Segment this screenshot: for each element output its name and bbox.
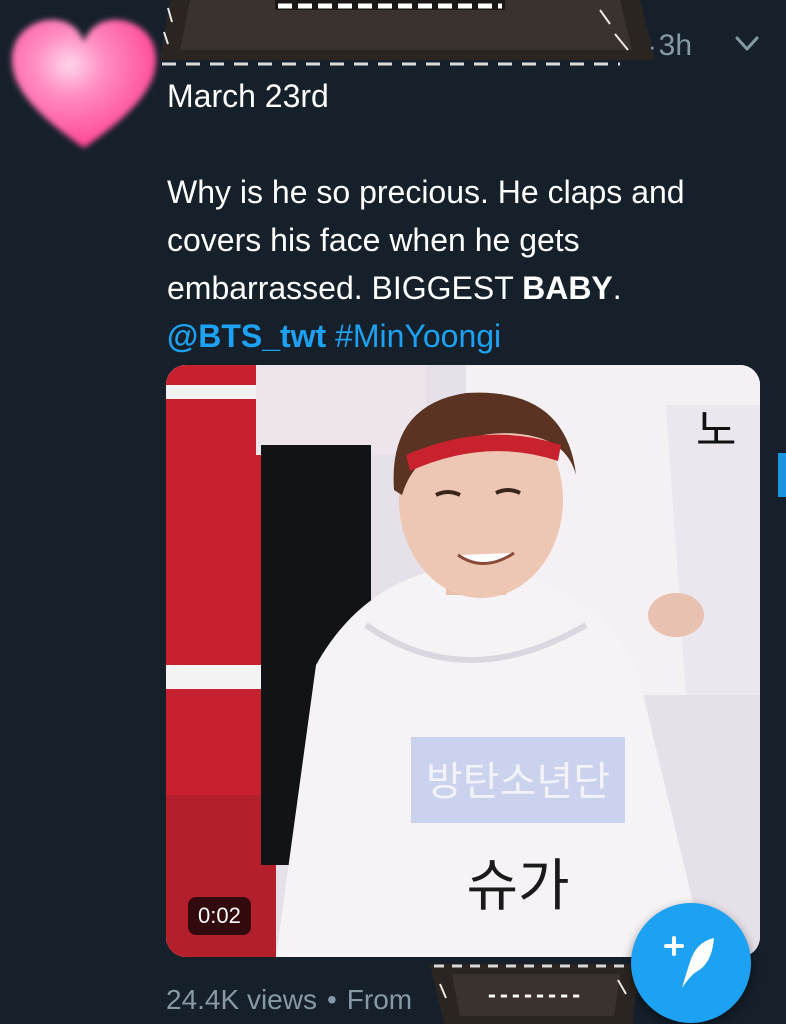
compose-tweet-button[interactable] bbox=[631, 903, 751, 1023]
tweet-meta-line: 24.4K views • From bbox=[166, 980, 412, 1020]
compose-quill-icon bbox=[664, 936, 714, 988]
hashtag-link[interactable]: #MinYoongi bbox=[335, 318, 501, 354]
chevron-down-icon[interactable] bbox=[734, 34, 760, 54]
sticker-dashes: -------- bbox=[486, 983, 582, 1007]
tweet-video[interactable]: 노 방탄소년단 슈가 0:02 bbox=[166, 365, 760, 957]
tweet-date-line: March 23rd bbox=[167, 78, 329, 114]
from-label[interactable]: From bbox=[347, 984, 412, 1015]
tweet-time-label: 3h bbox=[658, 29, 693, 62]
tweet-body-text: . bbox=[612, 270, 622, 306]
meta-separator: • bbox=[326, 984, 337, 1015]
tweet-body-text: embarrassed. BIGGEST bbox=[167, 270, 523, 306]
tweet-time: ·3h bbox=[648, 29, 693, 62]
video-duration-badge: 0:02 bbox=[188, 897, 251, 935]
shirt-group-text: 방탄소년단 bbox=[426, 759, 610, 805]
decorative-sticker-bottom: -------- bbox=[430, 964, 640, 1024]
mention-link[interactable]: @BTS_twt bbox=[167, 318, 326, 354]
views-count: 24.4K views bbox=[166, 984, 317, 1015]
scroll-indicator bbox=[778, 453, 786, 497]
video-frame: 노 방탄소년단 슈가 bbox=[166, 365, 760, 957]
tweet-body-line: Why is he so precious. He claps and bbox=[167, 174, 685, 210]
tweet-links-line: @BTS_twt #MinYoongi bbox=[167, 312, 767, 360]
tweet-text: March 23rd Why is he so precious. He cla… bbox=[167, 72, 767, 360]
pink-heart-icon[interactable] bbox=[4, 8, 164, 158]
shirt-name-text: 슈가 bbox=[466, 854, 569, 919]
tweet-body-line: covers his face when he gets bbox=[167, 222, 580, 258]
sign-text: 노 bbox=[696, 405, 736, 456]
tweet-body-bold: BABY bbox=[522, 270, 613, 306]
tweet-detail-screen: ·3h March 23rd Why is he so precious. He… bbox=[0, 0, 786, 1024]
decorative-sticker-top bbox=[160, 0, 655, 66]
tweet-body-line: embarrassed. BIGGEST BABY. bbox=[167, 264, 767, 312]
